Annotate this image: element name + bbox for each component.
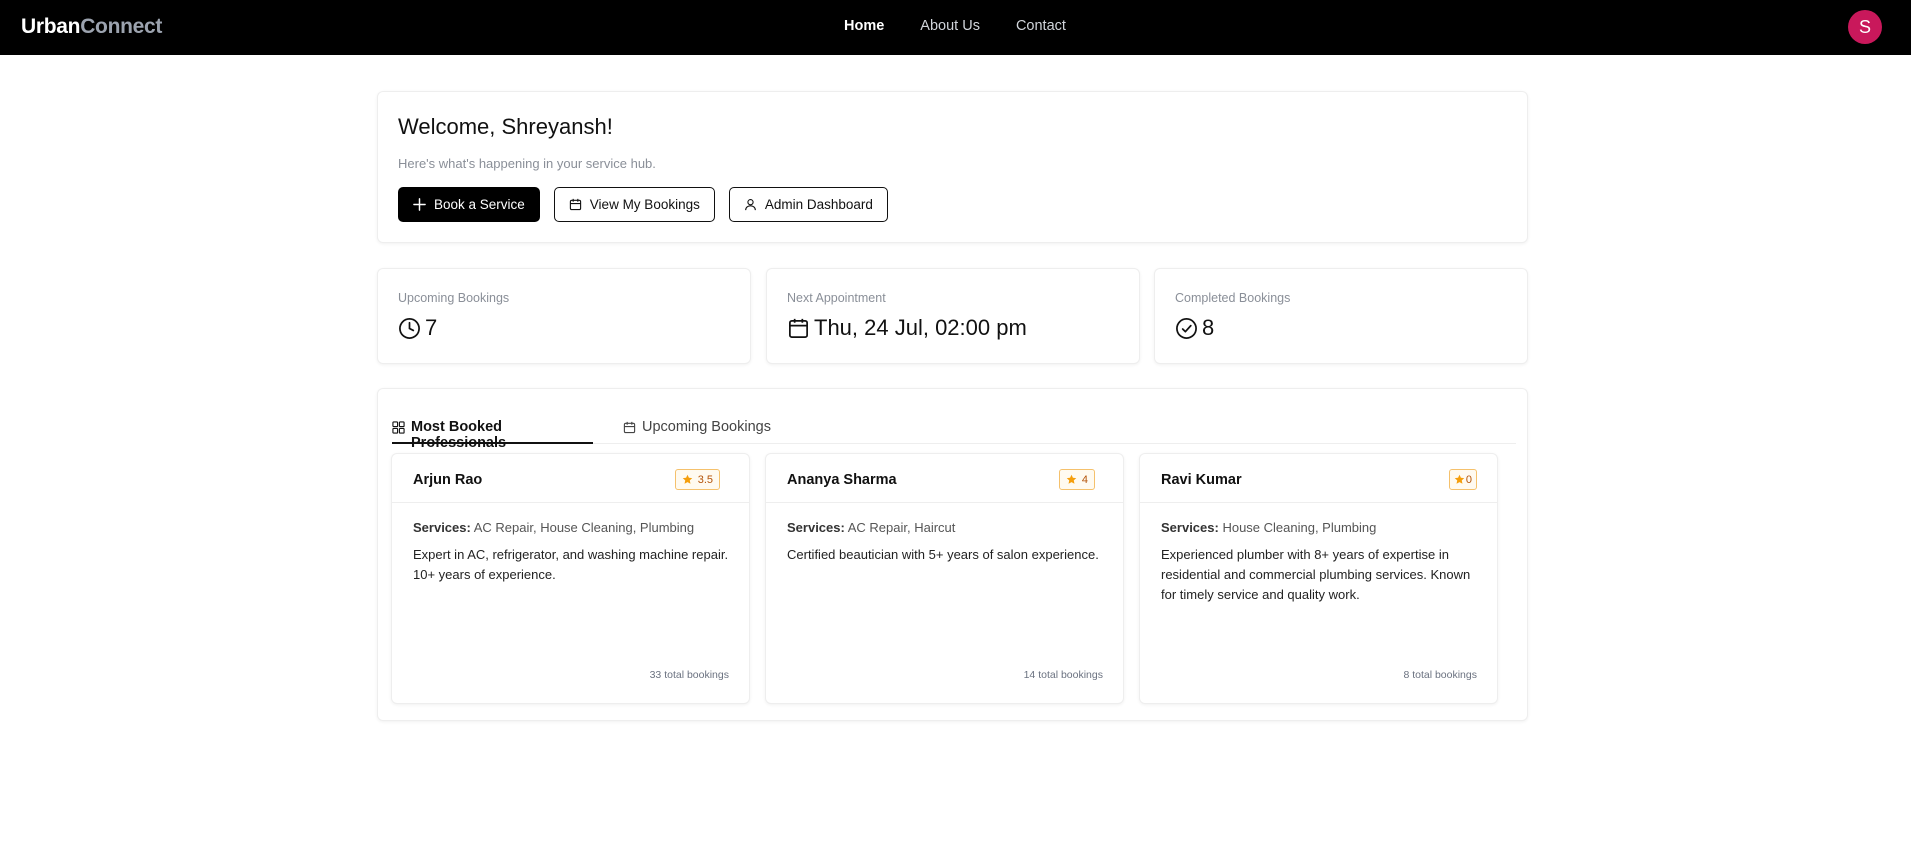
action-buttons: Book a Service View My Bookings Admin Da… (398, 187, 888, 222)
admin-dashboard-button[interactable]: Admin Dashboard (728, 187, 888, 222)
calendar-icon (569, 198, 582, 211)
services-label: Services: (787, 520, 845, 535)
rating-badge: 0 (1448, 469, 1477, 490)
stat-label: Completed Bookings (1175, 291, 1291, 305)
tab-most-booked[interactable]: Most Booked Professionals (392, 419, 593, 451)
navbar: UrbanConnect Home About Us Contact S (0, 0, 1911, 55)
stat-label: Next Appointment (787, 291, 886, 305)
professional-card[interactable]: Ananya Sharma 4 Services: AC Repair, Hai… (765, 453, 1124, 704)
tab-label: Upcoming Bookings (642, 419, 771, 435)
stat-value-row: Thu, 24 Jul, 02:00 pm (787, 315, 1027, 341)
services-label: Services: (413, 520, 471, 535)
stat-upcoming-bookings: Upcoming Bookings 7 (377, 268, 751, 364)
professional-card[interactable]: Arjun Rao 3.5 Services: AC Repair, House… (391, 453, 750, 704)
star-icon (1066, 474, 1077, 485)
star-icon (1454, 474, 1465, 485)
brand-logo[interactable]: UrbanConnect (21, 15, 162, 39)
services-line: Services: House Cleaning, Plumbing (1161, 520, 1376, 535)
stat-value: 7 (425, 315, 438, 340)
stat-value: 8 (1202, 315, 1215, 340)
plus-icon (413, 198, 426, 211)
welcome-subtitle: Here's what's happening in your service … (398, 156, 656, 171)
welcome-title: Welcome, Shreyansh! (398, 114, 613, 139)
professional-name: Ananya Sharma (787, 472, 897, 488)
total-bookings: 14 total bookings (1023, 669, 1103, 681)
services-line: Services: AC Repair, Haircut (787, 520, 955, 535)
rating-badge: 3.5 (674, 469, 720, 490)
welcome-card: Welcome, Shreyansh! Here's what's happen… (377, 91, 1528, 243)
stat-value-row: 8 (1175, 315, 1214, 341)
services-line: Services: AC Repair, House Cleaning, Plu… (413, 520, 694, 535)
brand-part-1: Urban (21, 15, 81, 38)
stat-value-row: 7 (398, 315, 437, 341)
professional-name: Arjun Rao (413, 472, 483, 488)
admin-dashboard-label: Admin Dashboard (764, 197, 873, 212)
card-divider (1140, 502, 1497, 503)
brand-part-2: Connect (80, 15, 163, 38)
grid-icon (392, 421, 405, 434)
professional-name: Ravi Kumar (1161, 472, 1242, 488)
calendar-icon (787, 317, 810, 340)
professional-card[interactable]: Ravi Kumar 0 Services: House Cleaning, P… (1139, 453, 1498, 704)
nav-about-link[interactable]: About Us (920, 18, 980, 34)
total-bookings: 33 total bookings (649, 669, 729, 681)
stat-value: Thu, 24 Jul, 02:00 pm (814, 315, 1027, 340)
services-list: House Cleaning, Plumbing (1222, 520, 1377, 535)
tab-upcoming-bookings[interactable]: Upcoming Bookings (623, 419, 771, 444)
view-bookings-label: View My Bookings (589, 197, 700, 212)
stat-label: Upcoming Bookings (398, 291, 510, 305)
book-service-label: Book a Service (434, 197, 525, 212)
star-icon (682, 474, 693, 485)
total-bookings: 8 total bookings (1403, 669, 1477, 681)
rating-value: 4 (1081, 473, 1088, 486)
services-list: AC Repair, House Cleaning, Plumbing (473, 520, 695, 535)
stat-completed-bookings: Completed Bookings 8 (1154, 268, 1528, 364)
nav-contact-link[interactable]: Contact (1016, 18, 1066, 34)
services-list: AC Repair, Haircut (847, 520, 956, 535)
stat-next-appointment: Next Appointment Thu, 24 Jul, 02:00 pm (766, 268, 1140, 364)
tab-label: Most Booked Professionals (411, 419, 507, 451)
services-label: Services: (1161, 520, 1219, 535)
card-divider (766, 502, 1123, 503)
clock-icon (398, 317, 421, 340)
professional-description: Expert in AC, refrigerator, and washing … (413, 547, 729, 582)
check-circle-icon (1175, 317, 1198, 340)
calendar-icon (623, 421, 636, 434)
view-bookings-button[interactable]: View My Bookings (553, 187, 715, 222)
professional-description: Certified beautician with 5+ years of sa… (787, 547, 1099, 562)
rating-value: 0 (1465, 473, 1472, 486)
rating-value: 3.5 (697, 473, 713, 486)
rating-badge: 4 (1058, 469, 1095, 490)
user-avatar[interactable]: S (1848, 10, 1882, 44)
nav-links: Home About Us Contact (844, 18, 1066, 34)
tab-bar: Most Booked Professionals Upcoming Booki… (392, 419, 1516, 451)
professional-description: Experienced plumber with 8+ years of exp… (1161, 547, 1471, 602)
book-service-button[interactable]: Book a Service (398, 187, 540, 222)
user-icon (744, 198, 757, 211)
nav-home-link[interactable]: Home (844, 18, 884, 34)
card-divider (392, 502, 749, 503)
